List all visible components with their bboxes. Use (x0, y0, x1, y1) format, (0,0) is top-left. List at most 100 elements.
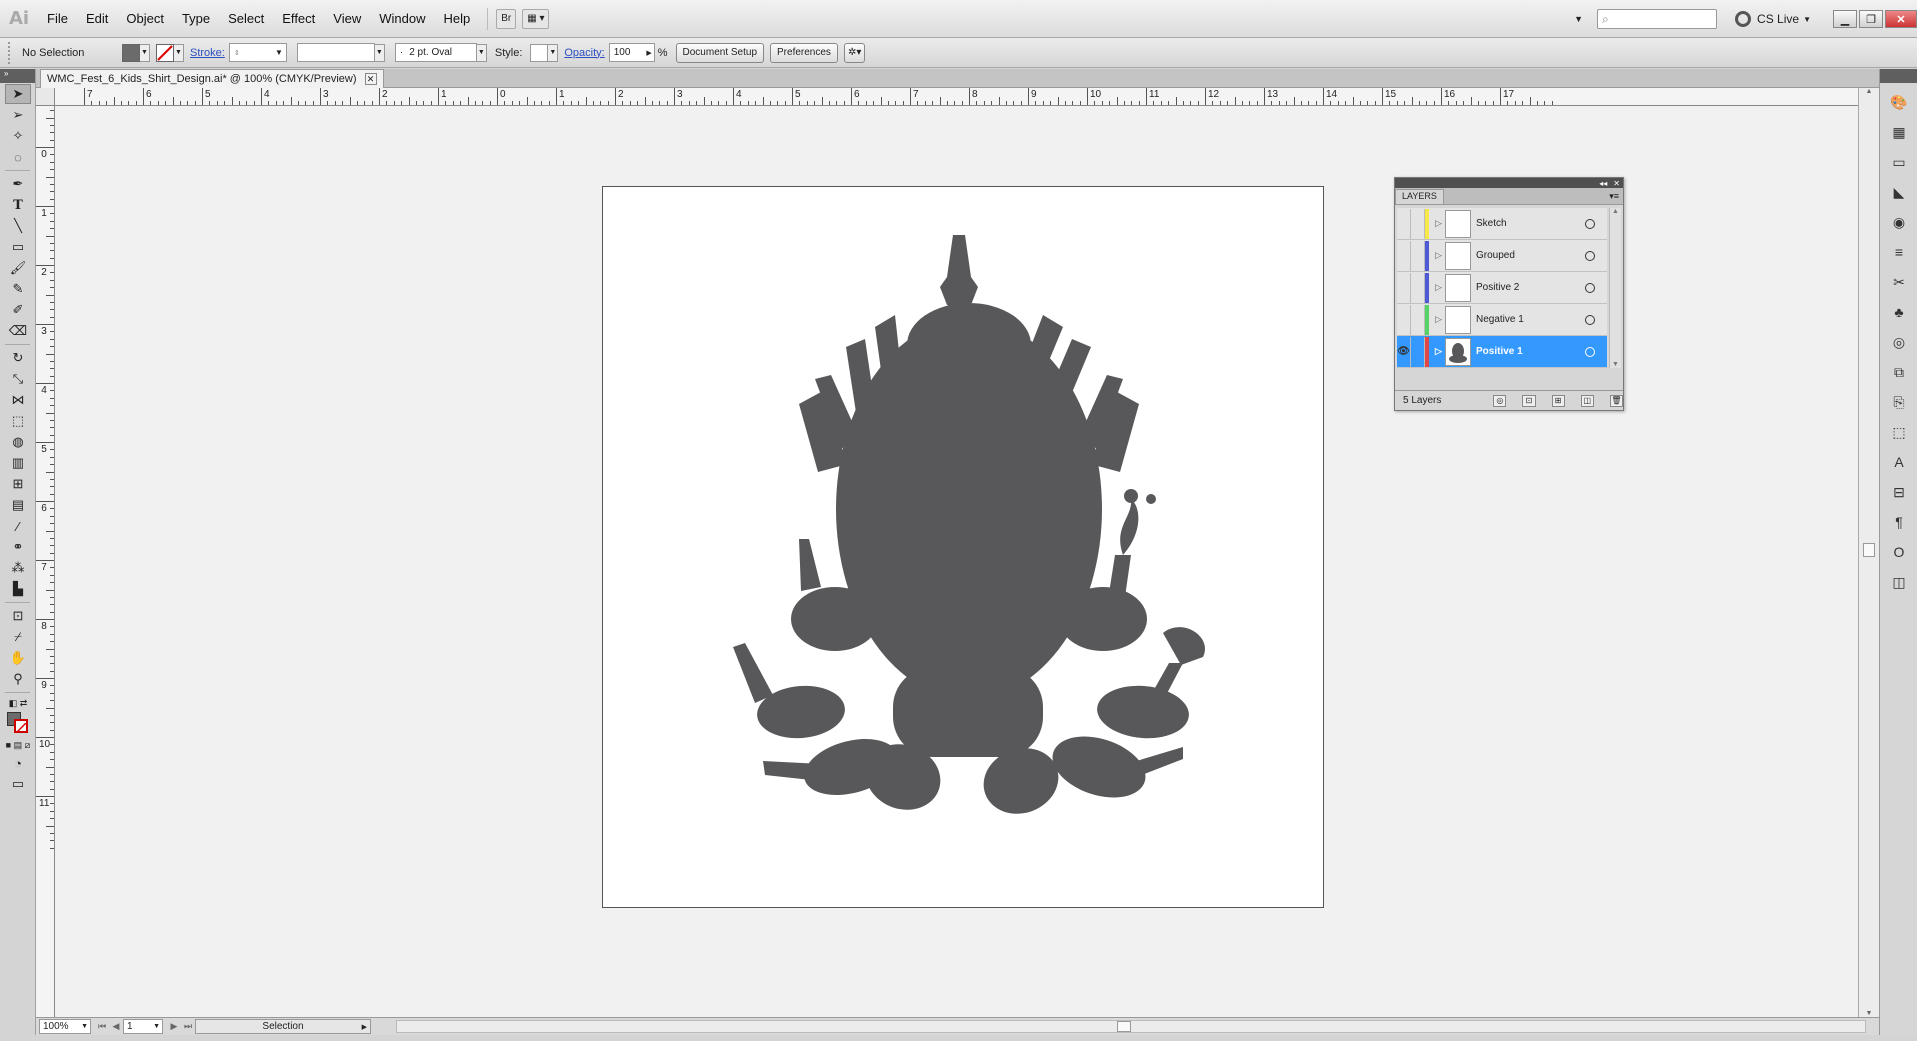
symbols-panel-icon[interactable]: ♣ (1886, 301, 1912, 323)
color-panel-icon[interactable]: 🎨 (1886, 91, 1912, 113)
mesh-tool[interactable]: ⊞ (5, 474, 31, 494)
restore-button[interactable]: ❐ (1859, 10, 1883, 28)
layers-scrollbar[interactable]: ▲ ▼ (1609, 208, 1621, 368)
layer-row[interactable]: 👁 ▷ Positive 1 (1397, 336, 1607, 368)
layer-name[interactable]: Grouped (1476, 250, 1585, 261)
layer-row[interactable]: ▷ Negative 1 (1397, 304, 1607, 336)
arrange-documents-button[interactable]: ▦ ▾ (522, 8, 550, 29)
lock-toggle[interactable] (1411, 336, 1425, 367)
horizontal-scrollbar[interactable] (396, 1020, 1866, 1033)
robot-silhouette-artwork[interactable] (603, 187, 1325, 909)
swap-fill-stroke[interactable]: ◧ ⇄ (5, 696, 31, 710)
paragraph-panel-icon[interactable]: ¶ (1886, 511, 1912, 533)
next-artboard-button[interactable]: ▶ (167, 1021, 181, 1032)
menu-edit[interactable]: Edit (77, 11, 117, 26)
workspace-dropdown-icon[interactable]: ▼ (1574, 14, 1583, 24)
scale-tool[interactable]: ⤡ (5, 369, 31, 389)
menu-object[interactable]: Object (117, 11, 173, 26)
stroke-dropdown[interactable]: ▼ (174, 43, 184, 62)
fill-stroke-control[interactable] (5, 711, 31, 737)
pathfinder-panel-icon[interactable]: ⧉ (1886, 361, 1912, 383)
fill-swatch[interactable] (122, 43, 140, 62)
perspective-grid-tool[interactable]: ▥ (5, 453, 31, 473)
artboard-number-field[interactable]: 1 ▼ (123, 1019, 163, 1034)
lock-toggle[interactable] (1411, 272, 1425, 303)
close-tab-icon[interactable]: ✕ (364, 73, 377, 85)
layer-name[interactable]: Positive 2 (1476, 282, 1585, 293)
expand-triangle-icon[interactable]: ▷ (1435, 250, 1445, 261)
target-icon[interactable] (1585, 282, 1595, 293)
stroke-label[interactable]: Stroke: (190, 47, 225, 59)
ruler-origin[interactable] (36, 88, 55, 106)
clipping-mask-icon[interactable]: ⊡ (1522, 394, 1536, 407)
expand-triangle-icon[interactable]: ▷ (1435, 218, 1445, 229)
document-setup-button[interactable]: Document Setup (675, 42, 765, 63)
shape-builder-tool[interactable]: ◍ (5, 432, 31, 452)
type-tool[interactable]: T (5, 195, 31, 215)
quick-actions-button[interactable]: ✲▾ (843, 42, 866, 63)
column-graph-tool[interactable]: ▙ (5, 579, 31, 599)
opacity-label[interactable]: Opacity: (564, 47, 604, 59)
stroke-swatch[interactable] (156, 43, 174, 62)
visibility-toggle[interactable] (1397, 272, 1411, 303)
zoom-field[interactable]: 100% ▼ (39, 1019, 91, 1034)
visibility-toggle[interactable]: 👁 (1397, 336, 1411, 367)
layer-row[interactable]: ▷ Grouped (1397, 240, 1607, 272)
rotate-tool[interactable]: ↻ (5, 348, 31, 368)
hand-tool[interactable]: ✋ (5, 648, 31, 668)
eyedropper-tool[interactable]: ⁄ (5, 516, 31, 536)
character-panel-icon[interactable]: A (1886, 451, 1912, 473)
scroll-down-icon[interactable]: ▼ (1859, 1010, 1879, 1017)
rectangle-tool[interactable]: ▭ (5, 237, 31, 257)
cs-live-button[interactable]: CS Live ▼ (1735, 11, 1811, 27)
pencil-tool[interactable]: ✎ (5, 279, 31, 299)
brush-definition[interactable]: · 2 pt. Oval (394, 43, 477, 62)
stroke-panel-icon[interactable]: ≡ (1886, 241, 1912, 263)
lasso-tool[interactable]: ◌ (5, 147, 31, 167)
visibility-toggle[interactable] (1397, 240, 1411, 271)
layer-name[interactable]: Negative 1 (1476, 314, 1585, 325)
align-panel-icon[interactable]: ⊟ (1886, 481, 1912, 503)
opacity-field[interactable]: 100 ▶ (608, 43, 655, 62)
menu-help[interactable]: Help (434, 11, 479, 26)
width-tool[interactable]: ⋈ (5, 390, 31, 410)
brush-dropdown[interactable]: ▼ (476, 43, 487, 62)
opentype-panel-icon[interactable]: O (1886, 541, 1912, 563)
close-button[interactable]: ✕ (1885, 10, 1917, 28)
selection-tool[interactable]: ➤ (5, 84, 31, 104)
target-icon[interactable] (1585, 218, 1595, 229)
target-icon[interactable] (1585, 250, 1595, 261)
magic-wand-tool[interactable]: ✧ (5, 126, 31, 146)
layers-panel-titlebar[interactable]: ◂◂ ✕ (1395, 178, 1623, 188)
blob-brush-tool[interactable]: ✐ (5, 300, 31, 320)
eraser-tool[interactable]: ⌫ (5, 321, 31, 341)
menu-select[interactable]: Select (219, 11, 273, 26)
gradient-panel-icon[interactable]: ▭ (1886, 151, 1912, 173)
lock-toggle[interactable] (1411, 208, 1425, 239)
direct-selection-tool[interactable]: ➢ (5, 105, 31, 125)
slice-tool[interactable]: ⌿ (5, 627, 31, 647)
profile-dropdown[interactable]: ▼ (374, 43, 385, 62)
zoom-tool[interactable]: ⚲ (5, 669, 31, 689)
graphic-style-swatch[interactable] (530, 43, 549, 62)
blend-tool[interactable]: ⚭ (5, 537, 31, 557)
color-mode-buttons[interactable]: ■ ▤ ⧄ (5, 738, 31, 752)
last-artboard-button[interactable]: ⏭ (181, 1021, 195, 1032)
style-dropdown[interactable]: ▼ (548, 43, 559, 62)
bridge-button[interactable]: Br (496, 8, 517, 29)
layer-row[interactable]: ▷ Sketch (1397, 208, 1607, 240)
artboard[interactable] (602, 186, 1324, 908)
drawing-mode-button[interactable]: ◔ (5, 753, 31, 773)
free-transform-tool[interactable]: ⬚ (5, 411, 31, 431)
fill-dropdown[interactable]: ▼ (140, 43, 150, 62)
new-sublayer-icon[interactable]: ⊞ (1551, 394, 1565, 407)
horizontal-ruler[interactable]: 7 6 5 4 3 2 1 0 1 2 3 4 5 6 7 8 9 10 11 12 13 14 15 16 17 (55, 88, 1879, 106)
symbol-sprayer-tool[interactable]: ⁂ (5, 558, 31, 578)
expand-triangle-icon[interactable]: ▷ (1435, 346, 1445, 357)
horizontal-scroll-thumb[interactable] (1117, 1021, 1131, 1032)
vertical-scrollbar[interactable]: ▲ ▼ (1858, 88, 1879, 1017)
first-artboard-button[interactable]: ⏮ (95, 1021, 109, 1032)
graphic-styles-panel-icon[interactable]: ◎ (1886, 331, 1912, 353)
expand-triangle-icon[interactable]: ▷ (1435, 314, 1445, 325)
menu-effect[interactable]: Effect (273, 11, 324, 26)
